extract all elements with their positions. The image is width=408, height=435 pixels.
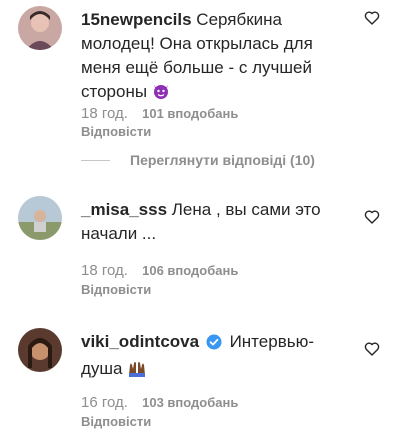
like-heart-icon[interactable]: [364, 341, 380, 357]
comment-meta: 18 год. 106 вподобань: [81, 261, 238, 281]
reply-button[interactable]: Відповісти: [81, 281, 151, 299]
username[interactable]: viki_odintcova: [81, 332, 199, 351]
timestamp[interactable]: 18 год.: [81, 105, 128, 122]
likes-count[interactable]: 103 вподобань: [142, 395, 238, 410]
likes-count[interactable]: 106 вподобань: [142, 263, 238, 278]
divider-line: [81, 159, 110, 161]
timestamp[interactable]: 16 год.: [81, 394, 128, 411]
avatar[interactable]: [18, 328, 62, 372]
reply-button[interactable]: Відповісти: [81, 413, 151, 431]
like-heart-icon[interactable]: [364, 209, 380, 225]
avatar[interactable]: [18, 196, 62, 240]
username[interactable]: _misa_sss: [81, 200, 167, 219]
comment-text: 15newpencils Серябкина молодец! Она откр…: [81, 8, 349, 107]
raised-hands-emoji: [127, 359, 147, 384]
avatar[interactable]: [18, 6, 62, 50]
comment-meta: 18 год. 101 вподобань: [81, 104, 238, 124]
view-replies-button[interactable]: Переглянути відповіді (10): [81, 150, 315, 170]
timestamp[interactable]: 18 год.: [81, 262, 128, 279]
view-replies-label: Переглянути відповіді (10): [130, 152, 315, 168]
username[interactable]: 15newpencils: [81, 10, 192, 29]
comment-text: _misa_sss Лена , вы сами это начали ...: [81, 198, 349, 246]
likes-count[interactable]: 101 вподобань: [142, 106, 238, 121]
like-heart-icon[interactable]: [364, 10, 380, 26]
comment-meta: 16 год. 103 вподобань: [81, 393, 238, 413]
verified-badge-icon: [206, 333, 222, 357]
reply-button[interactable]: Відповісти: [81, 123, 151, 141]
comment-text: viki_odintcova Интервью-душа: [81, 330, 349, 384]
